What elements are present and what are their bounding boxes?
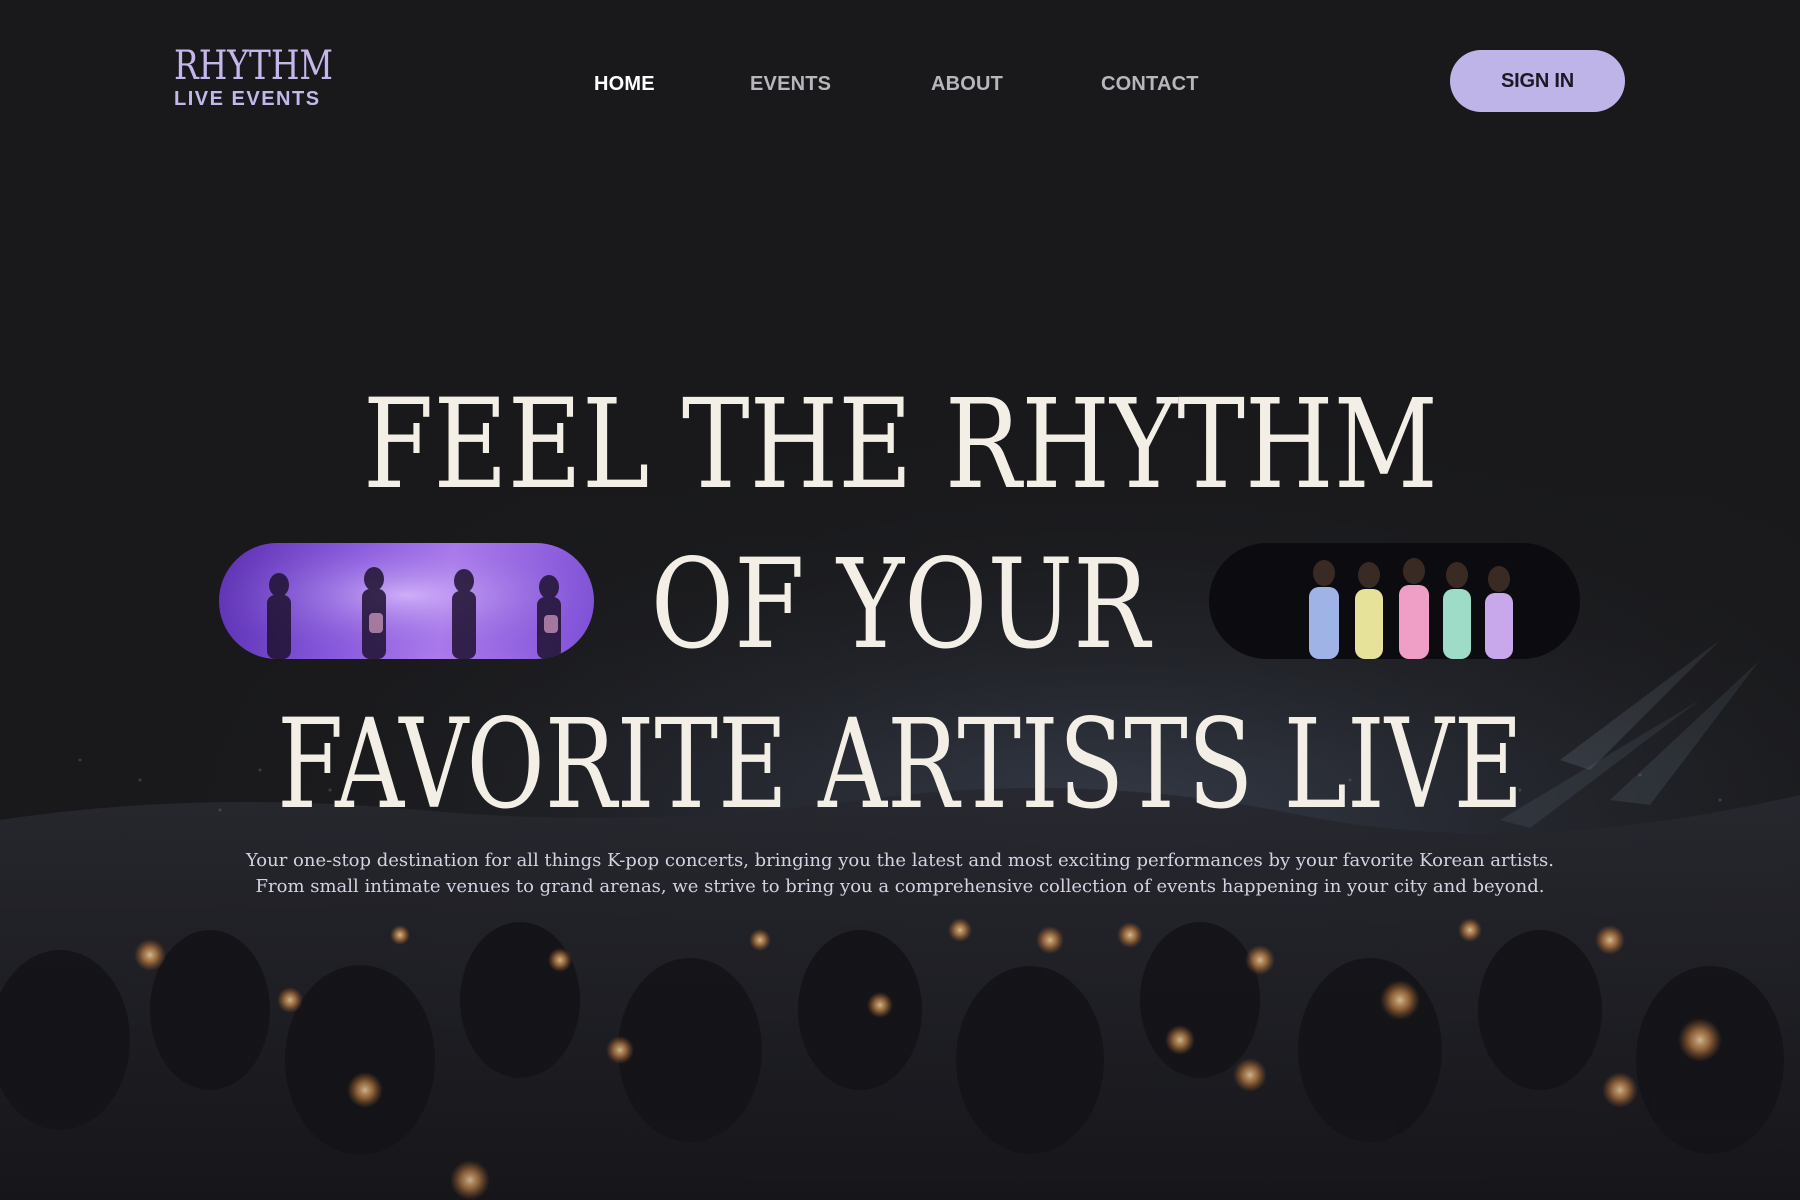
hero-description-line-1: Your one-stop destination for all things… [245,850,1555,871]
hero-line-1-text: FEEL THE RHYTHM [362,373,1438,517]
hero-description: Your one-stop destination for all things… [0,848,1800,900]
pastel-dress-group-image [1309,558,1513,659]
nav-about-link[interactable]: ABOUT [931,70,1003,98]
landing-page: RHYTHM LIVE EVENTS HOME EVENTS ABOUT CON… [0,0,1800,1200]
hero-line-2-text: OF YOUR [650,533,1150,677]
nav-contact-link[interactable]: CONTACT [1101,70,1199,98]
nav-events-link[interactable]: EVENTS [750,70,831,98]
hero-line-3-text: FAVORITE ARTISTS LIVE [276,693,1524,837]
nav-home-link[interactable]: HOME [594,70,655,98]
hero-headline-line-3: FAVORITE ARTISTS LIVE [0,690,1800,840]
hero-headline-line-1: FEEL THE RHYTHM [0,370,1800,520]
sign-in-button[interactable]: SIGN IN [1450,50,1625,112]
performance-photo-right [1209,543,1580,659]
hero-description-line-2: From small intimate venues to grand aren… [255,876,1545,897]
